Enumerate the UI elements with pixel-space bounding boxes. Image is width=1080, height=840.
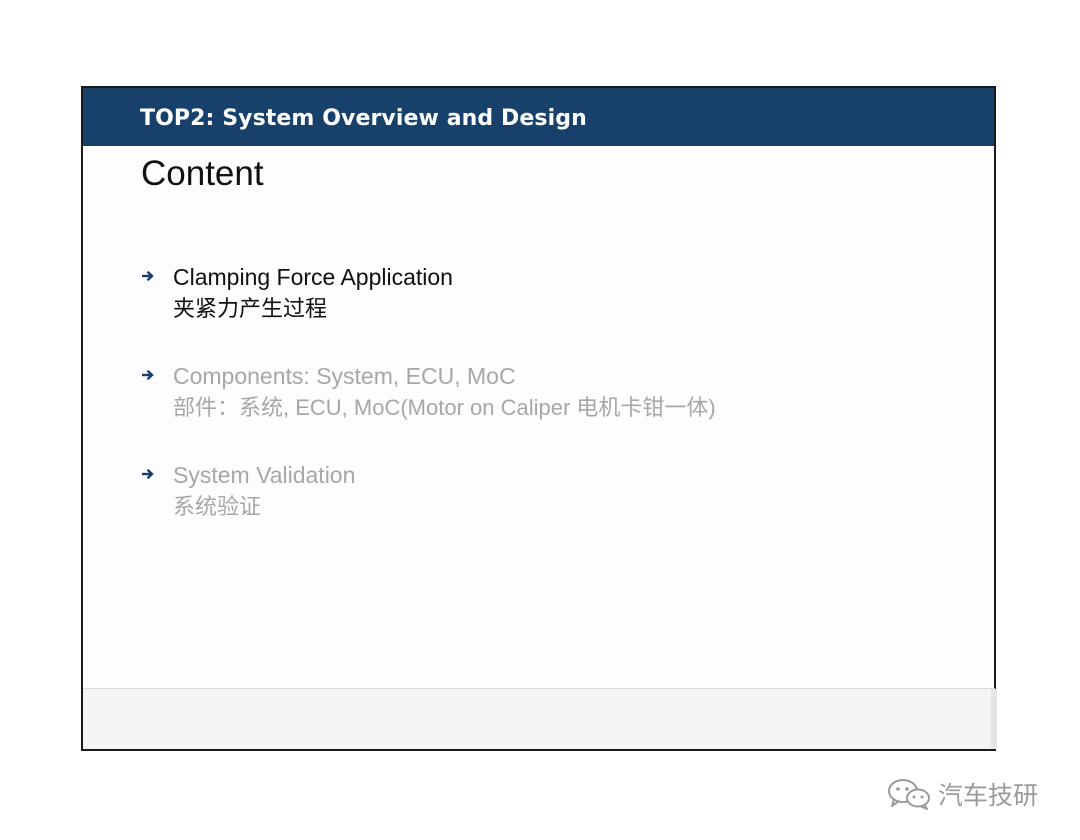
arrow-right-icon <box>142 270 154 282</box>
watermark: 汽车技研 <box>886 776 1038 812</box>
slide-header: TOP2: System Overview and Design <box>83 88 994 146</box>
agenda-item-subtitle: 部件：系统, ECU, MoC(Motor on Caliper 电机卡钳一体) <box>173 395 716 420</box>
agenda-item-title: Components: System, ECU, MoC <box>173 363 516 389</box>
agenda-item-title: System Validation <box>173 462 356 488</box>
agenda-item-subtitle: 夹紧力产生过程 <box>173 296 328 321</box>
agenda-item-title: Clamping Force Application <box>173 264 453 290</box>
agenda-item-subtitle: 系统验证 <box>173 494 262 519</box>
arrow-right-icon <box>142 369 154 381</box>
content-title: Content <box>141 154 264 193</box>
wechat-icon <box>888 779 930 810</box>
slide: TOP2: System Overview and Design Content… <box>81 86 997 751</box>
section-title: TOP2: System Overview and Design <box>140 106 587 131</box>
arrow-right-icon <box>142 468 154 480</box>
slide-footer <box>83 688 997 749</box>
watermark-text: 汽车技研 <box>938 781 1039 810</box>
